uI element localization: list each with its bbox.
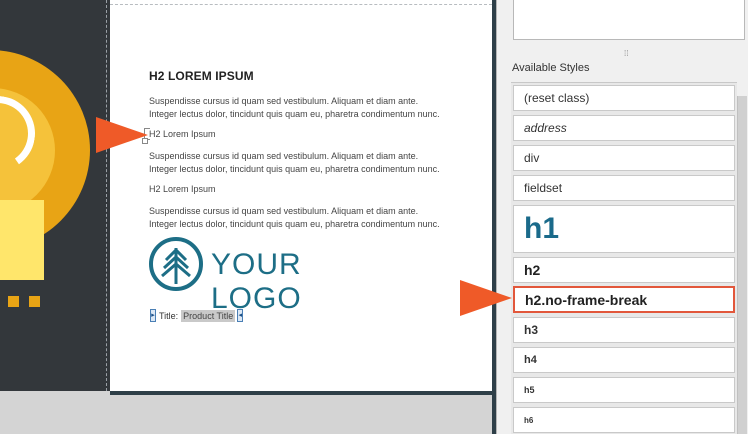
tag-end-marker[interactable]: ◂: [237, 309, 244, 322]
style-item-label: h2.no-frame-break: [525, 291, 648, 308]
title-label: Title:: [159, 310, 179, 321]
available-styles-label: Available Styles: [512, 62, 590, 74]
callout-arrow-left: [96, 117, 148, 153]
style-item-label: h4: [524, 354, 537, 366]
side-artwork: [0, 0, 110, 391]
paragraph-2-line-1[interactable]: Suspendisse cursus id quam sed vestibulu…: [149, 150, 479, 163]
artwork-square-left: [8, 296, 19, 307]
logo-text: YOUR LOGO: [211, 248, 302, 315]
subheading-1[interactable]: H2 Lorem Ipsum: [149, 129, 216, 139]
style-item-h2-no-frame-break[interactable]: h2.no-frame-break: [513, 286, 735, 313]
tree-logo-icon: [149, 237, 203, 291]
page-bottom-edge: [110, 391, 492, 395]
artwork-square-right: [29, 296, 40, 307]
company-logo[interactable]: YOUR LOGO: [148, 236, 398, 315]
style-item-h6[interactable]: h6: [513, 407, 735, 433]
style-item-fieldset[interactable]: fieldset: [513, 175, 735, 201]
style-item-h3[interactable]: h3: [513, 317, 735, 343]
style-item-label: (reset class): [524, 91, 590, 105]
subheading-2[interactable]: H2 Lorem Ipsum: [149, 184, 216, 194]
style-item-reset-class[interactable]: (reset class): [513, 85, 735, 111]
title-variable-field[interactable]: ▸ Title: Product Title ◂: [150, 309, 244, 322]
style-item-label: fieldset: [524, 181, 563, 195]
style-item-h1[interactable]: h1: [513, 205, 735, 253]
paragraph-1-line-1[interactable]: Suspendisse cursus id quam sed vestibulu…: [149, 95, 479, 108]
style-item-label: h3: [524, 323, 539, 337]
artwork-body: [0, 200, 44, 280]
paragraph-3-line-1[interactable]: Suspendisse cursus id quam sed vestibulu…: [149, 205, 479, 218]
style-item-div[interactable]: div: [513, 145, 735, 171]
styles-list-scrollbar[interactable]: [737, 96, 747, 434]
paragraph-1-line-2[interactable]: Integer lectus dolor, tincidunt quis qua…: [149, 108, 479, 121]
callout-arrow-right: [460, 280, 512, 316]
document-heading[interactable]: H2 LOREM IPSUM: [149, 69, 254, 83]
style-item-h2[interactable]: h2: [513, 257, 735, 283]
style-item-address[interactable]: address: [513, 115, 735, 141]
splitter-grip-icon[interactable]: ⁞⁞: [624, 49, 628, 58]
style-item-label: address: [524, 121, 567, 135]
styles-panel: ⁞⁞ Available Styles (reset class) addres…: [496, 0, 748, 434]
available-styles-list[interactable]: (reset class) address div fieldset h1 h2…: [511, 82, 737, 434]
style-item-h4[interactable]: h4: [513, 347, 735, 373]
style-item-h5[interactable]: h5: [513, 377, 735, 403]
style-item-label: h5: [524, 385, 535, 395]
product-title-variable[interactable]: Product Title: [181, 309, 236, 322]
document-page[interactable]: H2 LOREM IPSUM Suspendisse cursus id qua…: [110, 0, 492, 391]
frame-border-dashed: [106, 0, 107, 391]
style-item-label: div: [524, 151, 540, 165]
paragraph-2-line-2[interactable]: Integer lectus dolor, tincidunt quis qua…: [149, 163, 479, 176]
style-item-label: h2: [524, 262, 541, 278]
style-item-label: h1: [524, 212, 560, 245]
style-item-label: h6: [524, 415, 534, 425]
panel-top-pane[interactable]: [513, 0, 745, 40]
paragraph-3-line-2[interactable]: Integer lectus dolor, tincidunt quis qua…: [149, 218, 479, 231]
page-top-border: [110, 4, 492, 5]
editor-area: H2 LOREM IPSUM Suspendisse cursus id qua…: [0, 0, 496, 434]
